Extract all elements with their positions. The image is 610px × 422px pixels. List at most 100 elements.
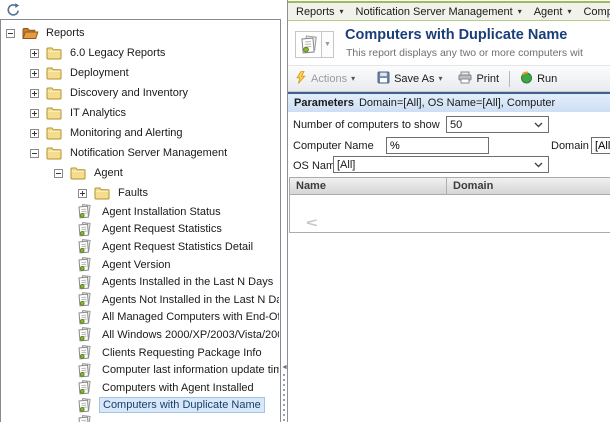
tree-item-monitoring-and-alerting[interactable]: Monitoring and Alerting <box>2 123 279 143</box>
console-window: Reports 6.0 Legacy Reports Deployment Disco… <box>0 0 610 422</box>
report-icon <box>78 327 96 342</box>
parameters-summary: Domain=[All], OS Name=[All], Computer <box>358 97 556 109</box>
actions-button[interactable]: Actions ▾ <box>294 70 356 87</box>
tree-item-agent-request-statistics-detail[interactable]: Agent Request Statistics Detail <box>2 238 279 256</box>
tree-item-computer-last-information-update-tim[interactable]: Computer last information update tim <box>2 361 279 379</box>
tree-item-label: Computers with Duplicate Name <box>99 397 265 414</box>
tree-item-label: IT Analytics <box>70 107 127 119</box>
folder-icon <box>46 127 64 140</box>
tree-item-it-analytics[interactable]: IT Analytics <box>2 103 279 123</box>
computer-name-input[interactable] <box>386 137 489 154</box>
tree-item-label: Agents Installed in the Last N Days <box>102 276 274 289</box>
computer-name-label: Computer Name <box>293 140 374 152</box>
expand-icon[interactable] <box>78 188 87 198</box>
chevron-down-icon: ▾ <box>351 74 356 83</box>
breadcrumb-label: Notification Server Management <box>355 5 513 18</box>
expand-icon[interactable] <box>30 108 39 118</box>
tree-item-label: Monitoring and Alerting <box>70 127 183 139</box>
report-panel: Reports ▾ Notification Server Management ▾ A… <box>287 0 610 422</box>
report-icon <box>78 274 96 290</box>
breadcrumb-item-agent[interactable]: Agent ▾ <box>534 6 572 18</box>
tree-item-agent-installation-status[interactable]: Agent Installation Status <box>2 203 279 221</box>
results-table-header: Name Domain <box>290 177 610 195</box>
collapse-icon[interactable] <box>30 148 39 158</box>
collapse-icon[interactable] <box>6 28 15 38</box>
report-icon-split-button[interactable]: ▼ <box>295 31 334 58</box>
tree-item-label: Agent Installation Status <box>102 205 221 218</box>
tree-item-all-managed-computers-with-end-of-l[interactable]: All Managed Computers with End-Of-L <box>2 309 279 327</box>
tree-item-computers-with-duplicate-name[interactable]: Computers with Duplicate Name <box>2 397 279 415</box>
tree-item-all-windows-2000-xp-2003-vista-2008[interactable]: All Windows 2000/XP/2003/Vista/2008 <box>2 326 279 344</box>
folder-icon <box>46 47 64 60</box>
tree-item-6-0-legacy-reports[interactable]: 6.0 Legacy Reports <box>2 43 279 63</box>
tree-item-clients-requesting-package-info[interactable]: Clients Requesting Package Info <box>2 344 279 362</box>
tree-item-label: Reports <box>46 27 85 39</box>
parameters-label: Parameters <box>294 97 354 109</box>
expand-icon[interactable] <box>30 88 39 98</box>
column-header-domain[interactable]: Domain <box>446 177 610 195</box>
tree-item-label: All Managed Computers with End-Of-L <box>102 311 279 324</box>
tree-item-label: Clients Requesting Package Info <box>102 346 262 359</box>
run-button[interactable]: Run <box>520 71 557 87</box>
tree-item-agents-not-installed-in-the-last-n-day[interactable]: Agents Not Installed in the Last N Day <box>2 291 279 309</box>
os-name-select[interactable]: [All] <box>333 156 549 173</box>
chevron-down-icon: ▾ <box>567 7 572 16</box>
tree-toolbar <box>0 0 281 19</box>
number-to-show-select[interactable]: 50 <box>446 116 549 133</box>
tree-item-label: Faults <box>118 187 148 199</box>
tree-item-agent[interactable]: Agent <box>2 163 279 183</box>
tree-item-faults[interactable]: Faults <box>2 183 279 203</box>
folder-icon <box>46 67 64 80</box>
domain-label: Domain <box>551 140 589 152</box>
tree-item-agent-version[interactable]: Agent Version <box>2 256 279 274</box>
report-icon <box>295 31 322 58</box>
folder-icon <box>94 187 112 200</box>
parameters-bar: Parameters Domain=[All], OS Name=[All], … <box>288 92 610 112</box>
breadcrumb-item-reports[interactable]: Reports ▾ <box>296 6 344 18</box>
actions-label: Actions <box>311 72 348 85</box>
domain-input[interactable] <box>591 137 610 154</box>
toolbar-separator <box>509 70 511 87</box>
expand-icon[interactable] <box>30 68 39 78</box>
tree-item-label: Agents Not Installed in the Last N Day <box>102 293 279 306</box>
scroll-left-icon[interactable]: < <box>306 215 317 230</box>
expand-icon[interactable] <box>30 48 39 58</box>
breadcrumb-item-notification-server-management[interactable]: Notification Server Management ▾ <box>356 6 522 18</box>
tree-item-agents-installed-in-the-last-n-days[interactable]: Agents Installed in the Last N Days <box>2 273 279 291</box>
chevron-down-icon: ▾ <box>517 7 522 16</box>
breadcrumb-label: Reports <box>296 5 335 18</box>
floppy-icon <box>377 71 390 87</box>
printer-icon <box>458 71 472 87</box>
number-to-show-value: 50 <box>450 118 463 131</box>
toolbar: Actions ▾ Save As ▾ Print Run <box>288 65 610 92</box>
column-header-name[interactable]: Name <box>290 180 446 192</box>
reports-tree: Reports 6.0 Legacy Reports Deployment Disco… <box>2 23 279 422</box>
tree-item-label: Agent <box>94 167 123 179</box>
tree-item-label: All Windows 2000/XP/2003/Vista/2008 <box>102 328 279 341</box>
expand-icon[interactable] <box>30 128 39 138</box>
os-name-value: [All] <box>337 158 356 171</box>
tree-item-deployment[interactable]: Deployment <box>2 63 279 83</box>
report-icon <box>78 397 96 413</box>
tree-item-label: Notification Server Management <box>70 147 228 159</box>
report-icon <box>78 221 96 237</box>
tree-item-computers-with-agent-installed[interactable]: Computers with Agent Installed <box>2 379 279 397</box>
tree-item-label: Discovery and Inventory <box>70 87 188 99</box>
tree-item-label: 6.0 Legacy Reports <box>70 47 166 59</box>
print-button[interactable]: Print <box>458 71 499 87</box>
tree-item-reports[interactable]: Reports <box>2 23 279 43</box>
collapse-icon[interactable] <box>54 168 63 178</box>
tree-item-agent-request-statistics[interactable]: Agent Request Statistics <box>2 221 279 239</box>
tree-item-notification-server-management[interactable]: Notification Server Management <box>2 143 279 163</box>
chevron-down-icon <box>534 122 543 127</box>
breadcrumb-item-computers-with-duplicate-name[interactable]: Computers with Duplicate Name <box>583 6 610 18</box>
chevron-down-icon[interactable]: ▼ <box>322 31 334 58</box>
tree-item-partial[interactable] <box>2 414 279 422</box>
refresh-icon[interactable] <box>5 2 23 18</box>
report-icon <box>78 292 96 307</box>
tree-item-discovery-and-inventory[interactable]: Discovery and Inventory <box>2 83 279 103</box>
report-icon <box>78 257 96 272</box>
print-label: Print <box>476 72 500 85</box>
save-as-button[interactable]: Save As ▾ <box>377 71 442 87</box>
tree-item-label: Computer last information update tim <box>102 364 279 377</box>
